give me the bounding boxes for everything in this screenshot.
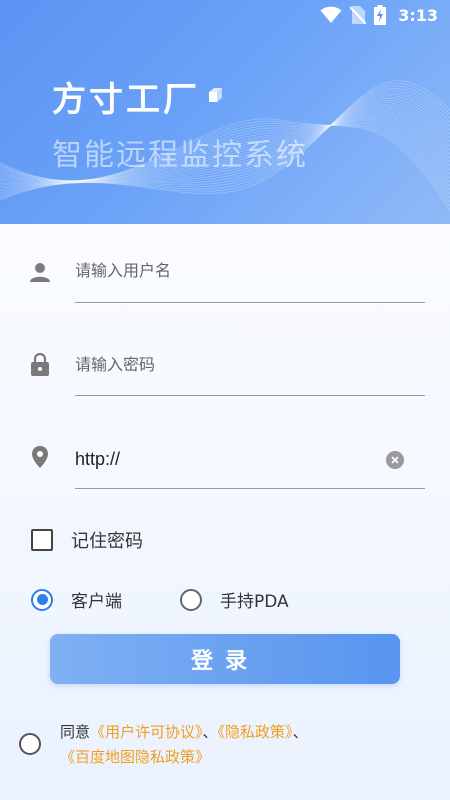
privacy-policy-link[interactable]: 《隐私政策》 — [218, 723, 293, 741]
agreement-separator: 、 — [292, 723, 308, 741]
radio-client-label: 客户端 — [71, 592, 122, 612]
login-button[interactable]: 登录 — [50, 634, 400, 684]
username-input[interactable] — [75, 250, 375, 294]
username-underline — [75, 302, 425, 303]
remember-password-row[interactable]: 记住密码 — [31, 527, 143, 553]
agreement-prefix: 同意 — [60, 723, 91, 741]
cube-logo-icon — [209, 87, 222, 102]
close-icon — [391, 456, 399, 464]
remember-password-label: 记住密码 — [71, 531, 143, 552]
agreement-text: 同意《用户许可协议》、《隐私政策》、 《百度地图隐私政策》 — [60, 720, 420, 770]
clear-input-button[interactable] — [386, 451, 404, 469]
app-subtitle: 智能远程监控系统 — [52, 138, 308, 173]
radio-option-client[interactable]: 客户端 — [31, 587, 122, 612]
battery-charging-icon — [374, 5, 387, 25]
header-banner: 方寸工厂 智能远程监控系统 — [0, 0, 450, 224]
app-title: 方寸工厂 — [52, 80, 200, 120]
lock-icon — [31, 352, 49, 376]
brand: 方寸工厂 — [52, 72, 226, 121]
no-sim-icon — [350, 6, 367, 25]
wifi-icon — [320, 6, 342, 23]
user-icon — [30, 263, 50, 282]
client-type-radio-group: 客户端 手持PDA — [31, 587, 289, 612]
agreement-checkbox[interactable] — [19, 733, 41, 755]
password-field-row — [0, 340, 450, 400]
baidu-map-privacy-link[interactable]: 《百度地图隐私政策》 — [60, 748, 210, 766]
server-url-input[interactable] — [75, 437, 375, 481]
username-field-row — [0, 246, 450, 306]
remember-password-checkbox[interactable] — [31, 529, 53, 551]
password-input[interactable] — [75, 344, 375, 388]
password-underline — [75, 395, 425, 396]
radio-client-button[interactable] — [31, 588, 53, 611]
agreement-separator: 、 — [202, 723, 218, 741]
status-time: 3:13 — [398, 5, 438, 25]
status-bar: 3:13 — [0, 0, 450, 30]
server-field-row — [0, 433, 450, 493]
location-pin-icon — [32, 446, 48, 468]
radio-pda-button[interactable] — [180, 588, 202, 611]
radio-pda-label: 手持PDA — [220, 592, 289, 612]
user-agreement-link[interactable]: 《用户许可协议》 — [90, 723, 203, 741]
server-underline — [75, 488, 425, 489]
radio-option-pda[interactable]: 手持PDA — [180, 587, 289, 612]
